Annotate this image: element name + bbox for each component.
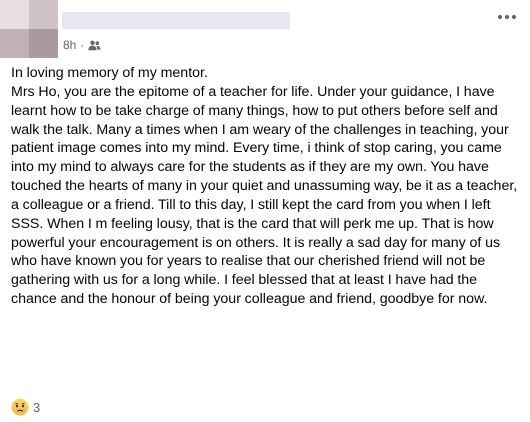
meta-separator: · [80,38,85,52]
post-card: 8h · In loving memory of my mentor. Mrs … [0,0,530,422]
more-options-icon [497,14,517,20]
post-timestamp[interactable]: 8h [63,38,76,52]
avatar-blur-tile [29,29,58,58]
more-options-button[interactable] [494,8,520,26]
author-name-redacted[interactable] [62,12,290,29]
post-body-text: In loving memory of my mentor. Mrs Ho, y… [11,65,518,308]
avatar-blur-tile [29,0,58,29]
sad-reaction-icon [11,398,29,416]
avatar-blur-tile [0,0,29,29]
avatar-blur-tile [0,29,29,58]
friends-icon[interactable] [88,40,101,51]
avatar[interactable] [0,0,58,58]
reactions-summary[interactable]: 3 [11,398,40,416]
post-meta: 8h · [63,37,101,53]
reaction-count: 3 [33,399,41,415]
